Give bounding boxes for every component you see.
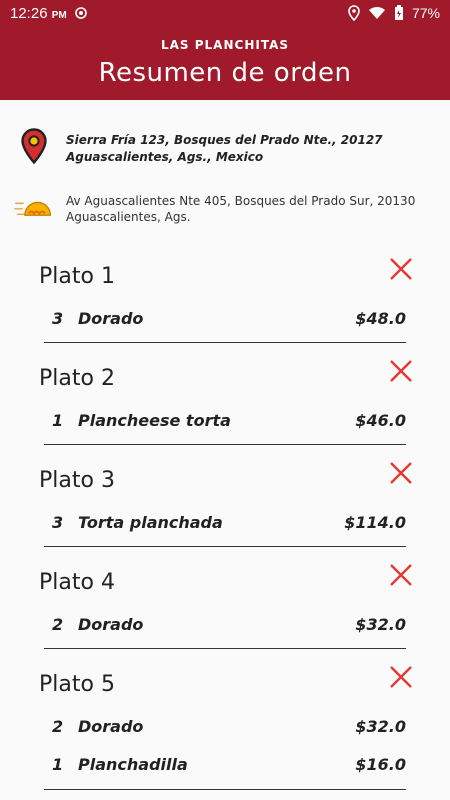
pickup-address: Sierra Fría 123, Bosques del Prado Nte.,… <box>14 128 434 166</box>
location-pin-icon <box>21 128 47 164</box>
location-status-icon <box>348 5 360 21</box>
status-ampm: PM <box>51 9 67 21</box>
brand-name: LAS PLANCHITAS <box>160 38 290 52</box>
divider <box>44 342 406 343</box>
battery-percent: 77% <box>411 5 440 21</box>
item-price: $46.0 <box>355 411 406 430</box>
plate-title: Plato 3 <box>39 468 115 493</box>
item-quantity: 2 <box>52 615 64 634</box>
item-price: $114.0 <box>344 513 406 532</box>
remove-plate-button[interactable] <box>388 664 414 690</box>
status-time: 12:26 PM <box>10 5 67 22</box>
divider <box>44 444 406 445</box>
taco-icon <box>14 201 52 216</box>
divider <box>44 546 406 547</box>
item-quantity: 2 <box>52 717 64 736</box>
item-price: $32.0 <box>355 717 406 736</box>
page-title: Resumen de orden <box>98 58 352 88</box>
item-price: $48.0 <box>355 309 406 328</box>
plate-title: Plato 4 <box>39 570 115 595</box>
remove-plate-button[interactable] <box>388 562 414 588</box>
order-item: 2 Dorado $32.0 <box>0 717 450 741</box>
wifi-icon <box>368 6 385 19</box>
item-price: $32.0 <box>355 615 406 634</box>
order-item: 1 Plancheese torta $46.0 <box>0 411 450 435</box>
remove-plate-button[interactable] <box>388 358 414 384</box>
item-name: Planchadilla <box>78 755 188 774</box>
order-item: 1 Planchadilla $16.0 <box>0 755 450 779</box>
item-price: $16.0 <box>355 755 406 774</box>
item-name: Dorado <box>78 717 144 736</box>
plate-title: Plato 5 <box>39 672 115 697</box>
restaurant-address: Av Aguascalientes Nte 405, Bosques del P… <box>14 192 434 225</box>
app-header: 12:26 PM 77% LAS PLANCHITAS Resumen de o… <box>0 0 450 100</box>
item-name: Dorado <box>78 309 144 328</box>
status-time-value: 12:26 <box>10 4 48 22</box>
remove-plate-button[interactable] <box>388 256 414 282</box>
divider <box>44 789 406 790</box>
item-name: Dorado <box>78 615 144 634</box>
order-item: 3 Dorado $48.0 <box>0 309 450 333</box>
item-quantity: 3 <box>52 513 64 532</box>
item-quantity: 3 <box>52 309 64 328</box>
pickup-address-text: Sierra Fría 123, Bosques del Prado Nte.,… <box>66 133 383 164</box>
item-quantity: 1 <box>52 755 64 774</box>
restaurant-address-text: Av Aguascalientes Nte 405, Bosques del P… <box>66 194 416 224</box>
item-name: Torta planchada <box>78 513 223 532</box>
plate-title: Plato 1 <box>39 264 115 289</box>
order-item: 3 Torta planchada $114.0 <box>0 513 450 537</box>
battery-icon <box>394 5 403 20</box>
divider <box>44 648 406 649</box>
order-item: 2 Dorado $32.0 <box>0 615 450 639</box>
item-name: Plancheese torta <box>78 411 231 430</box>
remove-plate-button[interactable] <box>388 460 414 486</box>
plate-title: Plato 2 <box>39 366 115 391</box>
status-bar: 12:26 PM 77% <box>0 0 450 26</box>
item-quantity: 1 <box>52 411 64 430</box>
record-icon <box>74 7 87 19</box>
